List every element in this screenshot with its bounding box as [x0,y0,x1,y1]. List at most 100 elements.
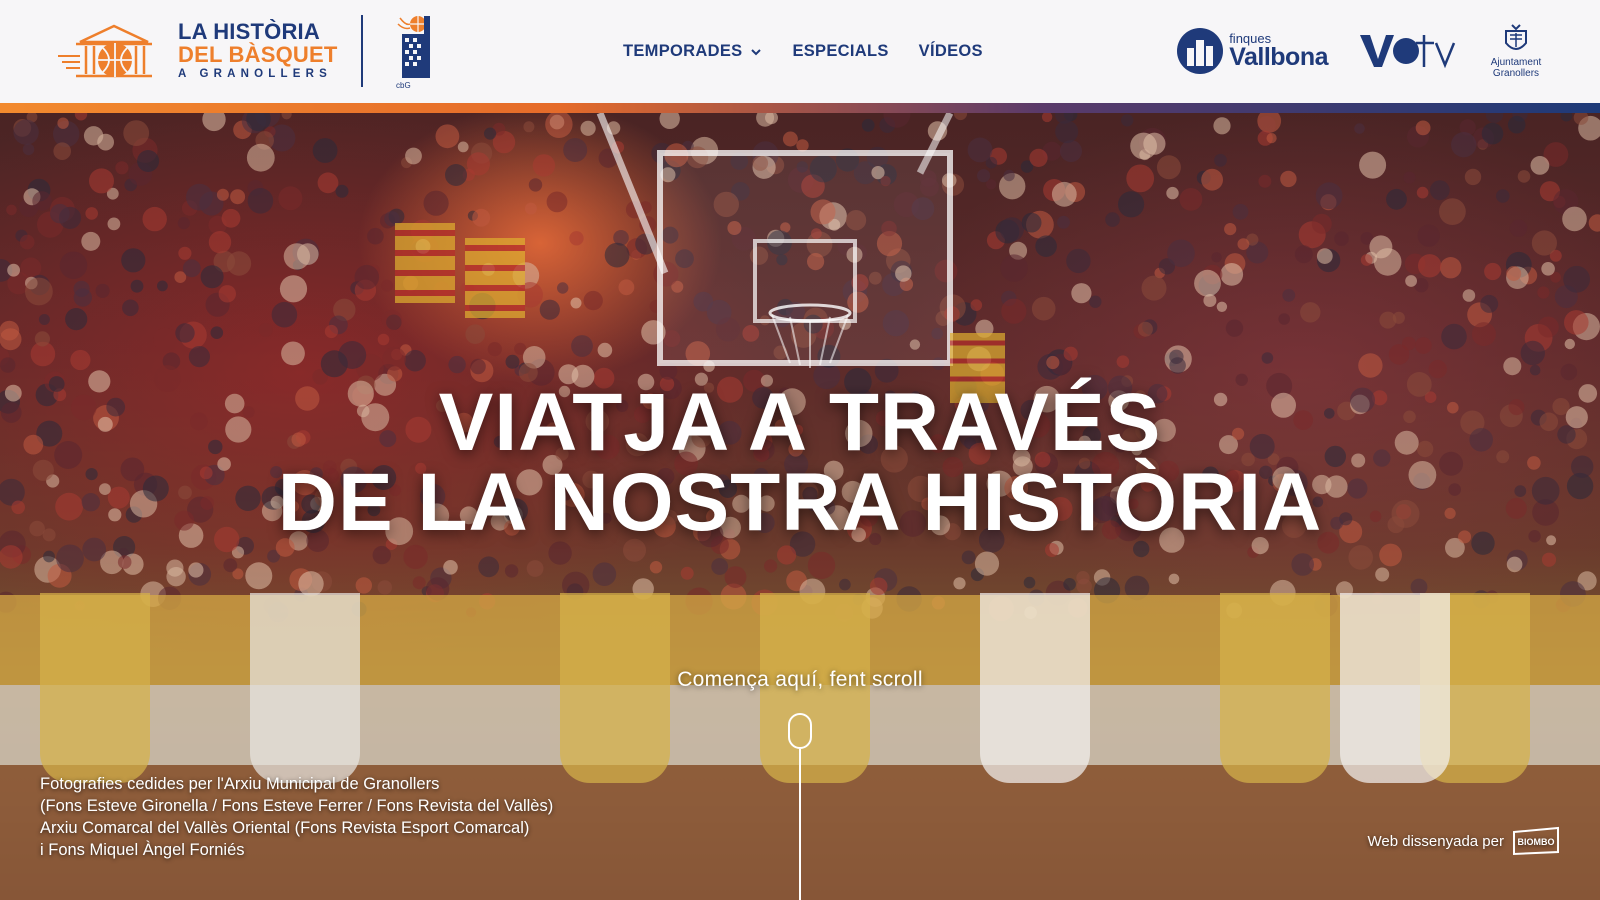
crowd-texture-dot [403,544,428,570]
crowd-texture-dot [218,285,236,303]
crowd-texture-dot [1517,170,1531,183]
crowd-texture-dot [528,178,543,192]
crowd-texture-dot [53,142,71,160]
crowd-texture-dot [1562,206,1587,232]
crowd-texture-dot [1386,188,1407,210]
crowd-texture-dot [1137,321,1153,337]
crowd-texture-dot [1156,155,1181,180]
crowd-texture-dot [1451,132,1477,158]
crowd-texture-dot [59,251,88,280]
hero-title-line-2: DE LA NOSTRA HISTÒRIA [277,457,1323,548]
crowd-texture-dot [1315,182,1343,210]
crowd-texture-dot [1360,254,1373,266]
photo-credits: Fotografies cedides per l'Arxiu Municipa… [40,773,553,861]
crowd-texture-dot [569,231,584,246]
crowd-texture-dot [659,113,680,129]
crowd-texture-dot [532,154,556,177]
crowd-texture-dot [130,279,144,293]
crowd-texture-dot [777,545,797,565]
crowd-texture-dot [121,248,146,273]
crowd-texture-dot [1358,353,1383,378]
crowd-texture-dot [1066,248,1091,274]
crowd-texture-dot [57,117,69,129]
site-logo[interactable]: LA HISTÒRIA DEL BÀSQUET A GRANOLLERS [58,20,338,82]
crowd-texture-dot [1278,313,1290,325]
crowd-texture-dot [188,562,204,578]
crowd-texture-dot [1051,181,1077,207]
crowd-texture-dot [1417,224,1440,247]
crowd-texture-dot [1415,337,1432,354]
ajuntament-line-2: Granollers [1492,68,1540,79]
crowd-texture-dot [618,279,635,296]
crowd-texture-dot [592,562,617,586]
crowd-texture-dot [281,341,305,366]
crowd-texture-dot [1418,254,1442,278]
crowd-texture-dot [1462,289,1476,302]
crowd-texture-dot [157,280,168,292]
crowd-texture-dot [423,190,449,216]
crowd-texture-dot [1118,191,1145,218]
crowd-texture-dot [1503,357,1522,376]
crowd-texture-dot [470,358,486,375]
crowd-texture-dot [247,188,274,214]
crowd-texture-dot [1213,117,1231,135]
crowd-texture-dot [210,326,224,339]
votv-logo-icon[interactable]: votv [1358,31,1458,71]
crowd-texture-dot [1214,153,1227,167]
crowd-texture-dot [317,172,339,194]
votv-text: votv [1358,31,1360,32]
crowd-texture-dot [796,139,809,152]
crowd-texture-dot [724,566,747,588]
crowd-texture-dot [1266,133,1277,144]
crowd-texture-dot [764,559,778,573]
crowd-texture-dot [142,206,167,232]
crowd-texture-dot [43,550,55,563]
sponsor-ajuntament-granollers[interactable]: Ajuntament Granollers [1488,23,1544,80]
designed-by[interactable]: Web dissenyada per BIOMBO [1368,826,1560,856]
crowd-texture-dot [0,545,23,569]
crowd-texture-dot [1237,238,1250,250]
sponsor-finques-vallbona[interactable]: finques Vallbona [1177,28,1328,74]
crowd-texture-dot [1415,120,1431,136]
crowd-texture-dot [182,259,201,278]
club-cbg-logo-icon[interactable]: cbG [392,12,440,90]
logo-wordmark: LA HISTÒRIA DEL BÀSQUET A GRANOLLERS [178,21,337,81]
crowd-texture-dot [1179,188,1203,211]
crowd-texture-dot [526,560,544,577]
crowd-texture-dot [1060,140,1082,163]
crowd-texture-dot [1403,171,1416,184]
crowd-texture-dot [83,126,104,146]
crowd-texture-dot [188,346,210,368]
designed-by-label: Web dissenyada per [1367,832,1504,850]
nav-especials[interactable]: ESPECIALS [792,42,888,61]
crowd-texture-dot [1001,298,1027,324]
crowd-texture-dot [223,558,238,573]
crowd-texture-dot [539,299,560,320]
crowd-texture-dot [25,277,53,306]
crowd-texture-dot [50,203,70,224]
hero-section: VIATJA A TRAVÉS DE LA NOSTRA HISTÒRIA Co… [0,113,1600,900]
crowd-texture-dot [32,191,52,211]
crowd-texture-dot [226,251,252,276]
crowd-texture-dot [70,349,91,371]
crowd-texture-dot [1311,213,1332,234]
nav-videos[interactable]: VÍDEOS [919,42,983,61]
nav-temporades[interactable]: TEMPORADES [623,42,762,61]
crowd-texture-dot [0,328,22,351]
crowd-texture-dot [85,207,98,220]
crowd-texture-dot [6,204,17,216]
credits-line-3: Arxiu Comarcal del Vallès Oriental (Fons… [40,819,530,837]
crowd-texture-dot [1560,113,1573,122]
crowd-texture-dot [246,143,275,172]
crowd-texture-dot [1000,254,1028,282]
crowd-texture-dot [974,551,1000,576]
crowd-texture-dot [1076,578,1092,594]
crowd-texture-dot [756,113,775,127]
crowd-texture-dot [571,335,593,357]
scroll-hint: Comença aquí, fent scroll [677,668,923,691]
crowd-texture-dot [782,131,798,147]
crowd-texture-dot [208,231,232,254]
scroll-mouse-icon[interactable] [788,713,812,749]
logo-line-1: LA HISTÒRIA [178,19,320,45]
crowd-texture-dot [1507,115,1526,134]
